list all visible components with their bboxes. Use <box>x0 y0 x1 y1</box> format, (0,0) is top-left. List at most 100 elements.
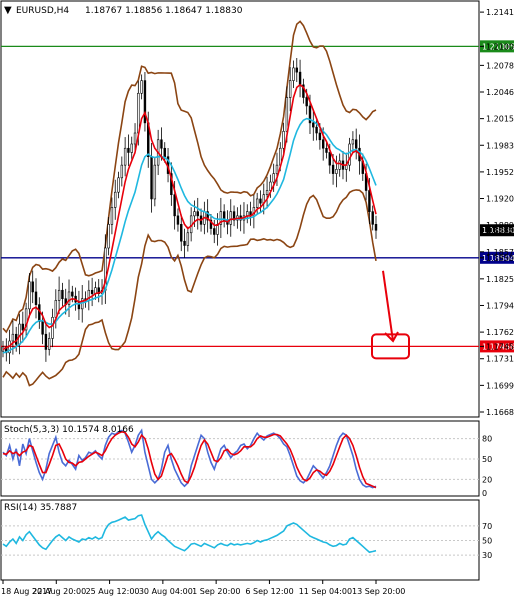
candle-body <box>11 333 15 342</box>
candle-body <box>193 211 196 217</box>
y-tick-label: 1.19205 <box>486 195 514 204</box>
y-tick-label: 1.18830 <box>486 226 514 235</box>
stoch-tick-label: 80 <box>482 435 492 444</box>
candle-body <box>354 139 358 149</box>
candle-body <box>153 164 157 200</box>
y-tick-label: 1.16680 <box>486 408 514 417</box>
candle-body <box>292 67 295 81</box>
y-tick-label: 1.17625 <box>486 328 514 337</box>
candle-body <box>130 143 133 153</box>
x-tick-label: 1 Sep 20:00 <box>192 587 240 596</box>
candle-body <box>117 177 120 193</box>
x-tick-label: 13 Sep 20:00 <box>352 587 405 596</box>
candle-body <box>71 291 74 297</box>
stoch-tick-label: 0 <box>482 489 487 498</box>
candle-body <box>255 198 259 208</box>
x-tick-label: 11 Sep 04:00 <box>299 587 352 596</box>
y-tick-label: 1.19520 <box>486 168 514 177</box>
candle-body <box>110 207 114 225</box>
ohlc-values: 1.18767 1.18856 1.18647 1.18830 <box>85 6 243 16</box>
candle-body <box>348 143 351 166</box>
candle-body <box>305 97 308 107</box>
candle-body <box>265 190 269 196</box>
symbol-timeframe: EURUSD,H4 <box>16 6 69 16</box>
candle-body <box>180 224 183 242</box>
y-tick-label: 1.17940 <box>486 301 514 310</box>
y-tick-label: 1.17310 <box>486 355 514 364</box>
candle-body <box>163 147 166 157</box>
x-tick-label: 25 Aug 12:00 <box>86 587 140 596</box>
candle-body <box>123 147 127 166</box>
x-tick-label: 6 Sep 12:00 <box>245 587 293 596</box>
candle-body <box>21 323 25 331</box>
candle-body <box>325 147 328 153</box>
candle-body <box>371 211 374 225</box>
trading-chart[interactable]: 1.21005 1.18504 1.17456 1.18830 1.214101.21… <box>0 0 514 600</box>
candle-body <box>368 190 371 212</box>
candle-body <box>351 139 355 145</box>
candle-body <box>288 80 292 98</box>
x-tick-label: 22 Aug 20:00 <box>32 587 86 596</box>
candle-body <box>176 215 180 225</box>
candle-body <box>338 160 341 170</box>
candle-body <box>41 321 44 335</box>
candle-body <box>107 224 110 249</box>
candle-body <box>61 289 64 300</box>
x-tick-label: 30 Aug 04:00 <box>139 587 193 596</box>
rsi-tick-label: 50 <box>482 537 492 546</box>
candle-body <box>133 132 137 145</box>
stoch-title: Stoch(5,3,3) 10.1574 8.0166 <box>4 425 134 435</box>
candle-body <box>315 126 318 134</box>
candle-body <box>51 317 54 339</box>
candle-body <box>321 139 325 149</box>
y-tick-label: 1.20150 <box>486 115 514 124</box>
candle-body <box>183 240 186 246</box>
candle-body <box>127 147 130 153</box>
candle-body <box>140 80 143 94</box>
candle-body <box>328 152 331 166</box>
y-tick-label: 1.18504 <box>486 254 514 263</box>
candle-body <box>173 194 176 217</box>
candle-body <box>120 164 124 179</box>
y-tick-label: 1.20780 <box>486 61 514 70</box>
y-tick-label: 1.17456 <box>486 342 514 351</box>
y-tick-label: 1.16995 <box>486 381 514 390</box>
symbol-dropdown-icon[interactable]: ▼ <box>4 5 12 16</box>
candle-body <box>57 289 61 301</box>
candle-body <box>318 132 322 141</box>
candle-body <box>48 338 51 350</box>
candle-body <box>272 173 275 183</box>
candle-body <box>196 211 199 217</box>
candle-body <box>282 131 285 149</box>
candle-body <box>374 224 378 231</box>
stoch-tick-label: 50 <box>482 455 492 464</box>
y-tick-label: 1.18255 <box>486 275 514 284</box>
candle-body <box>67 291 71 305</box>
candle-body <box>54 300 58 318</box>
candle-body <box>335 169 338 174</box>
candle-body <box>331 164 335 174</box>
stoch-tick-label: 20 <box>482 475 492 484</box>
candle-body <box>275 164 279 174</box>
time-axis: 18 Aug 201722 Aug 20:00 25 Aug 12:00 30 Au… <box>1 580 405 596</box>
candle-body <box>38 304 41 322</box>
y-tick-label: 1.21005 <box>486 42 514 51</box>
candle-body <box>229 211 232 225</box>
y-tick-label: 1.20465 <box>486 88 514 97</box>
rsi-tick-label: 30 <box>482 551 492 560</box>
candle-body <box>31 281 34 293</box>
candle-body <box>150 156 153 200</box>
price-axis: 1.21410 1.21005 1.20780 1.20465 1.20150 1.198… <box>480 8 514 417</box>
candle-body <box>298 71 302 86</box>
price-panel <box>0 0 480 418</box>
rsi-title: RSI(14) 35.7887 <box>4 503 77 513</box>
rsi-tick-label: 70 <box>482 522 492 531</box>
candle-body <box>312 122 315 128</box>
candle-body <box>44 333 48 350</box>
candle-body <box>34 291 38 305</box>
candle-body <box>90 289 94 294</box>
candle-body <box>186 232 190 246</box>
candle-body <box>285 97 289 132</box>
y-tick-label: 1.21410 <box>486 8 514 17</box>
candle-body <box>137 92 140 134</box>
